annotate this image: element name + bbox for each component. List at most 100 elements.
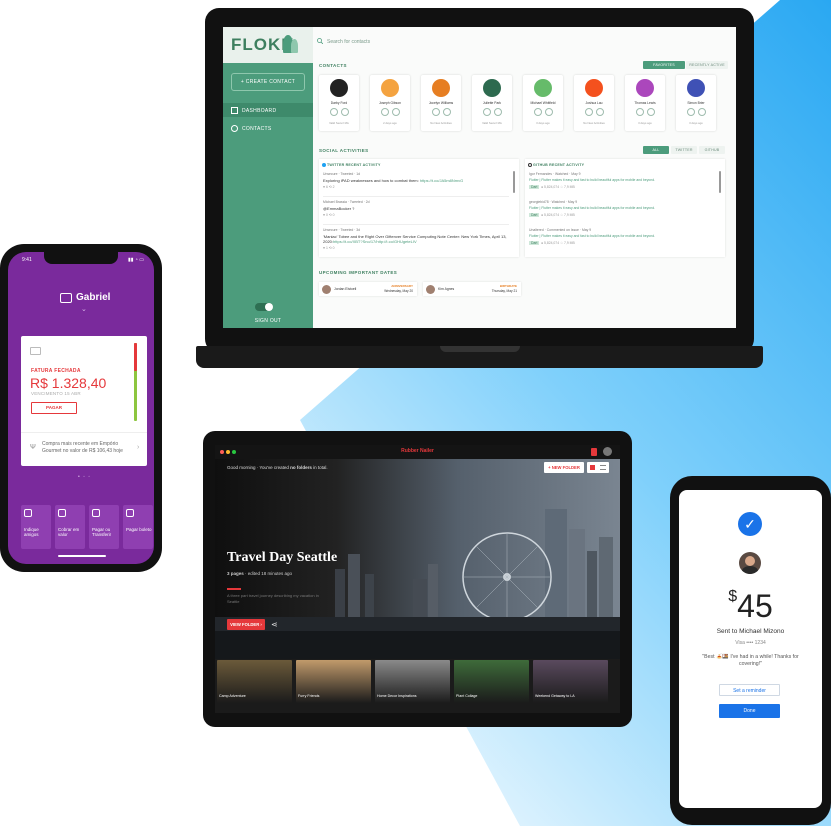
chevron-right-icon[interactable]: › xyxy=(137,444,139,451)
commit-meta: Unaltered · Commented on Issue · May 9 xyxy=(529,228,592,232)
github-icon[interactable] xyxy=(647,108,655,116)
tab-all[interactable]: ALL xyxy=(643,146,669,154)
action-icon xyxy=(126,509,134,517)
date-contact-name: Kim Agnes xyxy=(438,287,455,291)
divider xyxy=(323,224,509,225)
contact-card[interactable]: Joshua Lau No New Activities xyxy=(574,75,614,131)
view-folder-button[interactable]: VIEW FOLDER › xyxy=(227,619,265,630)
twitter-icon[interactable] xyxy=(381,108,389,116)
contact-card[interactable]: Michael Whitfield 3 days ago xyxy=(523,75,563,131)
tweet-link[interactable]: https://t.co/JA5m8NmvG xyxy=(420,178,463,183)
github-icon[interactable] xyxy=(698,108,706,116)
pay-button[interactable]: PAGAR xyxy=(31,402,77,414)
tab-twitter[interactable]: TWITTER xyxy=(671,146,697,154)
new-folder-button[interactable]: + NEW FOLDER xyxy=(544,462,584,473)
contact-card[interactable]: Simon Brier 3 days ago xyxy=(676,75,716,131)
chevron-down-icon[interactable]: ⌄ xyxy=(81,305,87,313)
sign-out-button[interactable]: SIGN OUT xyxy=(223,318,313,324)
create-contact-button[interactable]: + CREATE CONTACT xyxy=(231,73,305,91)
twitter-icon[interactable] xyxy=(534,108,542,116)
tweet-meta: Unsecure · Tweeted · 3d xyxy=(323,228,361,232)
github-icon xyxy=(528,163,532,167)
tweet-stats: ♥ 1 ⟲ 0 xyxy=(323,246,335,250)
important-date-card[interactable]: Jordan Elstoell ANNIVERSARY Wednesday, May… xyxy=(319,282,417,296)
contact-card[interactable]: Darby Ford Valid Securl Mix xyxy=(319,75,359,131)
action-icon xyxy=(58,509,66,517)
home-indicator xyxy=(58,555,106,557)
payment-message: "Best 🍝🍱 I've had in a while! Thanks for… xyxy=(702,654,799,667)
contact-avatar xyxy=(322,284,331,294)
hero-pages: 3 pages xyxy=(227,571,244,576)
github-icon[interactable] xyxy=(545,108,553,116)
done-button[interactable]: Done xyxy=(719,704,780,718)
contact-card[interactable]: Joseph Gibson 2 days ago xyxy=(370,75,410,131)
folder-thumbnail[interactable]: Plant Collage xyxy=(454,660,529,703)
avatar[interactable] xyxy=(603,447,612,456)
scrollbar[interactable] xyxy=(513,171,515,193)
tweet-stats: ♥ 0 ⟲ 0 xyxy=(323,213,335,217)
twitter-icon[interactable] xyxy=(687,108,695,116)
tab-recently-active[interactable]: RECENTLY ACTIVE xyxy=(686,61,728,69)
folder-thumbnail[interactable]: Home Decor Inspirations xyxy=(375,660,450,703)
contact-last-activity: Valid Securl Mix xyxy=(329,121,349,125)
folder-thumbnail[interactable]: Weekend Getaway to LA xyxy=(533,660,608,703)
twitter-icon[interactable] xyxy=(432,108,440,116)
action-icon xyxy=(92,509,100,517)
check-icon: ✓ xyxy=(738,512,762,536)
commit-meta: Igor Fernandes · Watched · May 9 xyxy=(529,172,581,176)
quick-action-tile[interactable]: Pagar ou Transferir xyxy=(89,505,119,549)
bill-amount: R$ 1.328,40 xyxy=(30,375,107,391)
sidebar-item-contacts[interactable]: CONTACTS xyxy=(231,125,272,132)
contact-avatar xyxy=(426,284,435,294)
contact-card[interactable]: Thomas Lewis 3 days ago xyxy=(625,75,665,131)
set-reminder-button[interactable]: Set a reminder xyxy=(719,684,780,696)
contact-card[interactable]: Jocelyn Williams No New Activities xyxy=(421,75,461,131)
twitter-icon[interactable] xyxy=(636,108,644,116)
laptop-notch xyxy=(440,346,520,352)
important-date-card[interactable]: Kim Agnes BIRTHDATE Thursday, May 21 xyxy=(423,282,521,296)
view-toggle[interactable] xyxy=(587,462,609,473)
github-icon[interactable] xyxy=(392,108,400,116)
notification-icon[interactable] xyxy=(591,448,597,456)
github-icon[interactable] xyxy=(341,108,349,116)
twitter-icon[interactable] xyxy=(585,108,593,116)
github-icon[interactable] xyxy=(443,108,451,116)
search-input[interactable]: Search for contacts xyxy=(327,39,370,45)
tweet-body: @EmmaBocker ? xyxy=(323,206,355,211)
share-icon[interactable]: ⋖ xyxy=(271,620,278,629)
cutlery-icon: Ψ xyxy=(30,444,36,451)
phone-notch xyxy=(44,252,118,264)
tab-favorites[interactable]: FAVORITES xyxy=(643,61,685,69)
tweet-text: Exploring iPAD weaknesses and how to com… xyxy=(323,178,509,183)
tab-github[interactable]: GITHUB xyxy=(699,146,725,154)
quick-action-tile[interactable]: Pagar boleto xyxy=(123,505,153,549)
grid-view-icon[interactable] xyxy=(590,465,595,470)
quick-action-tile[interactable]: Cobrar em valor xyxy=(55,505,85,549)
quick-action-tile[interactable]: Indique amigos xyxy=(21,505,51,549)
contacts-heading: CONTACTS xyxy=(319,63,347,68)
contact-avatar xyxy=(483,79,501,97)
folder-thumbnail[interactable]: Camp Adventure xyxy=(217,660,292,703)
list-view-icon[interactable] xyxy=(600,465,606,470)
twitter-panel: TWITTER RECENT ACTIVITY Unsecure · Tweet… xyxy=(319,159,519,257)
status-time: 9:41 xyxy=(22,257,32,263)
folder-thumbnail[interactable]: Furry Friends xyxy=(296,660,371,703)
twitter-icon[interactable] xyxy=(483,108,491,116)
github-icon[interactable] xyxy=(596,108,604,116)
person-icon xyxy=(231,125,238,132)
divider xyxy=(21,432,147,433)
contact-name: Joseph Gibson xyxy=(379,101,401,105)
folder-label: Camp Adventure xyxy=(219,694,246,698)
commit-text: Flutter | Flutter makes it easy and fast… xyxy=(529,234,656,238)
contact-card[interactable]: Juliette Park Valid Securl Mix xyxy=(472,75,512,131)
sidebar-item-dashboard[interactable]: DASHBOARD xyxy=(231,107,276,114)
scrollbar[interactable] xyxy=(719,171,721,193)
greeting-count: no folders xyxy=(290,465,312,470)
contact-last-activity: 2 days ago xyxy=(383,121,397,125)
github-icon[interactable] xyxy=(494,108,502,116)
user-name: Gabriel xyxy=(76,292,111,303)
tweet-link[interactable]: https://t.co/XBT?Sno/17/http://t.co/GHUg… xyxy=(333,239,417,244)
date-contact-name: Jordan Elstoell xyxy=(334,287,357,291)
twitter-icon[interactable] xyxy=(330,108,338,116)
quick-action-label: Pagar boleto xyxy=(126,527,152,532)
